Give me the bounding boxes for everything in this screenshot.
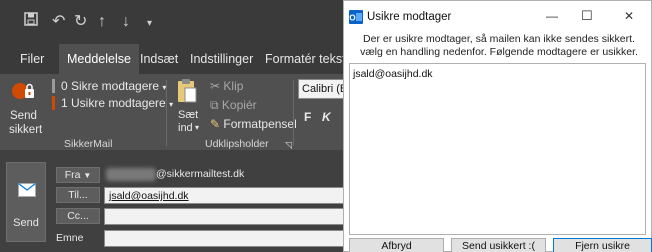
chevron-down-icon: ▼ xyxy=(83,171,92,180)
group-label-udklipsholder: Udklipsholder xyxy=(205,138,269,150)
usikre-modtager-dialog: O Usikre modtager — ☐ ✕ Der er usikre mo… xyxy=(343,0,652,252)
usikre-modtagere-dropdown[interactable]: 1 Usikre modtagere ▾ xyxy=(61,96,173,110)
fra-label: Fra xyxy=(64,169,81,181)
saet-ind-label-1: Sæt xyxy=(178,109,199,121)
arrow-down-icon[interactable]: ↓ xyxy=(122,12,130,32)
tab-indsaet[interactable]: Indsæt xyxy=(140,44,178,74)
outlook-app-icon: O xyxy=(349,10,363,27)
group-divider xyxy=(293,80,294,146)
fra-value: @sikkermailtest.dk xyxy=(156,168,245,180)
til-field[interactable]: jsald@oasijhd.dk xyxy=(104,187,346,204)
list-item[interactable]: jsald@oasijhd.dk xyxy=(353,68,433,80)
clipboard-icon xyxy=(176,78,198,107)
secure-send-icon xyxy=(10,80,36,105)
sikre-modtagere-dropdown[interactable]: 0 Sikre modtagere ▾ xyxy=(61,79,166,93)
bold-button[interactable]: F xyxy=(304,110,311,124)
svg-text:O: O xyxy=(349,14,355,23)
save-icon[interactable] xyxy=(24,12,38,32)
saet-ind-button[interactable]: Sæt ind xyxy=(172,78,204,136)
til-label: Til... xyxy=(68,189,88,201)
tab-indstillinger[interactable]: Indstillinger xyxy=(190,44,253,74)
send-unsafe-button[interactable]: Send usikkert :( xyxy=(451,238,546,252)
envelope-send-icon xyxy=(18,183,36,200)
cc-field[interactable] xyxy=(104,208,346,225)
group-label-sikkermail: SikkerMail xyxy=(64,138,113,150)
chevron-down-icon: ▾ xyxy=(195,123,200,132)
brush-icon: ✎ xyxy=(210,117,221,131)
remove-unsafe-button[interactable]: Fjern usikre modtager :) xyxy=(553,238,652,252)
compose-header: Send Fra ▼ @sikkermailtest.dk Til... jsa… xyxy=(0,150,346,252)
send-label: Send xyxy=(13,217,39,229)
sikre-modtagere-label: 0 Sikre modtagere xyxy=(61,79,160,93)
maximize-icon[interactable]: ☐ xyxy=(581,8,593,24)
kopier-button[interactable]: ⧉ Kopiér xyxy=(210,98,257,113)
emne-field[interactable] xyxy=(104,230,346,247)
klip-label: Klip xyxy=(223,79,244,93)
quick-access-toolbar: ↶ ↻ ↑ ↓ ▾ xyxy=(0,0,346,44)
formatpensel-button[interactable]: ✎ Formatpensel xyxy=(210,117,297,131)
outlook-compose-window: ↶ ↻ ↑ ↓ ▾ Filer Meddelelse Indsæt Indsti… xyxy=(0,0,346,252)
formatpensel-label: Formatpensel xyxy=(223,117,297,131)
cc-button[interactable]: Cc... xyxy=(56,208,100,224)
scissors-icon: ✂ xyxy=(210,79,221,93)
font-name-box[interactable]: Calibri (B xyxy=(298,79,346,99)
send-sikkert-button[interactable]: Send sikkert xyxy=(6,78,46,136)
tab-filer[interactable]: Filer xyxy=(20,44,44,74)
tab-formater-tekst[interactable]: Formatér tekst xyxy=(265,44,346,74)
send-button[interactable]: Send xyxy=(6,162,46,242)
ribbon-tabs: Filer Meddelelse Indsæt Indstillinger Fo… xyxy=(0,44,346,74)
cancel-button[interactable]: Afbryd xyxy=(349,238,444,252)
ribbon: Send sikkert 0 Sikre modtagere ▾ 1 Usikr… xyxy=(0,74,346,150)
klip-button[interactable]: ✂ Klip xyxy=(210,79,243,93)
dialog-title: Usikre modtager xyxy=(367,11,452,23)
send-sikkert-label-2: sikkert xyxy=(9,124,43,136)
usikre-indicator-bar xyxy=(52,96,55,110)
copy-icon: ⧉ xyxy=(210,98,219,112)
customize-qat-icon[interactable]: ▾ xyxy=(147,14,152,34)
minimize-icon[interactable]: — xyxy=(546,9,558,23)
fra-sender-blurred xyxy=(106,168,156,181)
unsafe-recipients-list[interactable]: jsald@oasijhd.dk xyxy=(349,63,646,235)
usikre-modtagere-label: 1 Usikre modtagere xyxy=(61,96,166,110)
close-icon[interactable]: ✕ xyxy=(624,9,634,23)
kopier-label: Kopiér xyxy=(221,98,257,112)
dialog-message: Der er usikre modtager, så mailen kan ik… xyxy=(360,33,638,58)
cc-label: Cc... xyxy=(67,210,89,222)
sikre-indicator-bar xyxy=(52,79,55,93)
dialog-titlebar: O Usikre modtager — ☐ ✕ xyxy=(344,1,651,31)
til-button[interactable]: Til... xyxy=(56,187,100,203)
undo-icon[interactable]: ↶ xyxy=(52,12,65,32)
send-sikkert-label-1: Send xyxy=(10,110,37,122)
italic-button[interactable]: K xyxy=(322,110,331,124)
saet-ind-label-2: ind xyxy=(178,122,193,134)
font-name-value: Calibri (B xyxy=(302,83,346,95)
emne-label: Emne xyxy=(56,232,84,244)
redo-icon[interactable]: ↻ xyxy=(74,12,87,32)
tab-meddelelse[interactable]: Meddelelse xyxy=(59,44,139,74)
arrow-up-icon[interactable]: ↑ xyxy=(98,12,106,32)
til-recipient[interactable]: jsald@oasijhd.dk xyxy=(109,190,189,202)
fra-button[interactable]: Fra ▼ xyxy=(56,167,100,183)
group-divider xyxy=(166,80,167,146)
